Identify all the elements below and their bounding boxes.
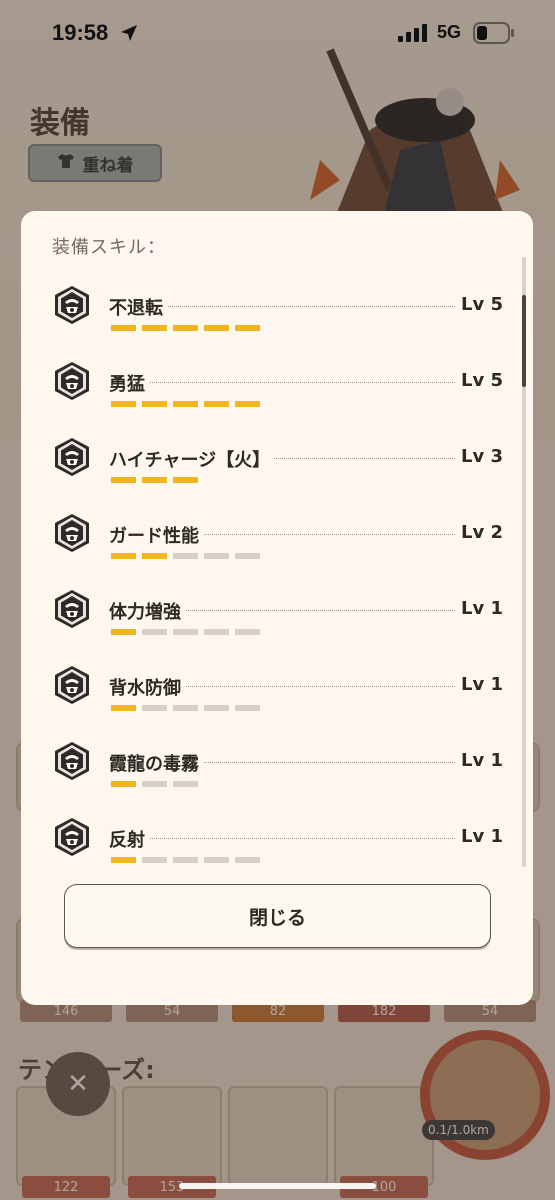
level-segment-filled	[204, 401, 229, 407]
skill-name: 反射	[109, 826, 149, 852]
location-arrow-icon	[121, 25, 137, 41]
skill-row: 背水防御 Lv 1	[21, 655, 533, 731]
level-segment-empty	[204, 705, 229, 711]
skill-level-bar	[111, 477, 198, 483]
skill-row: ハイチャージ【火】 Lv 3	[21, 427, 533, 503]
close-button[interactable]: 閉じる	[64, 884, 491, 948]
level-segment-empty	[173, 705, 198, 711]
level-segment-filled	[173, 325, 198, 331]
home-indicator	[179, 1183, 376, 1189]
skill-level-bar	[111, 629, 260, 635]
level-segment-filled	[204, 325, 229, 331]
level-segment-empty	[173, 857, 198, 863]
skill-level: Lv 2	[455, 522, 503, 543]
skill-emblem-icon	[55, 286, 89, 324]
level-segment-filled	[111, 705, 136, 711]
skill-row: 体力増強 Lv 1	[21, 579, 533, 655]
skill-emblem-icon	[55, 666, 89, 704]
level-segment-empty	[173, 781, 198, 787]
skill-level-bar	[111, 401, 260, 407]
level-segment-filled	[111, 325, 136, 331]
level-segment-filled	[142, 325, 167, 331]
skill-emblem-icon	[55, 818, 89, 856]
signal-bars-icon	[398, 24, 427, 42]
network-type: 5G	[437, 22, 462, 42]
skill-row: 不退転 Lv 5	[21, 275, 533, 351]
skill-name: 霞龍の毒霧	[109, 750, 203, 776]
skill-emblem-icon	[55, 742, 89, 780]
skill-level: Lv 5	[455, 370, 503, 391]
level-segment-filled	[111, 629, 136, 635]
level-segment-filled	[142, 477, 167, 483]
level-segment-filled	[111, 553, 136, 559]
skill-row: ガード性能 Lv 2	[21, 503, 533, 579]
skill-level-bar	[111, 781, 198, 787]
skill-level: Lv 1	[455, 750, 503, 771]
scrollbar-thumb[interactable]	[522, 295, 526, 387]
skill-emblem-icon	[55, 438, 89, 476]
skill-level: Lv 1	[455, 826, 503, 847]
level-segment-filled	[173, 477, 198, 483]
skill-emblem-icon	[55, 362, 89, 400]
level-segment-empty	[142, 705, 167, 711]
level-segment-empty	[235, 553, 260, 559]
level-segment-filled	[235, 401, 260, 407]
level-segment-filled	[111, 477, 136, 483]
skill-level-bar	[111, 705, 260, 711]
skill-emblem-icon	[55, 590, 89, 628]
skill-level: Lv 5	[455, 294, 503, 315]
dialog-title: 装備スキル：	[52, 237, 166, 258]
skill-leader-dots	[109, 838, 499, 839]
level-segment-empty	[142, 629, 167, 635]
skill-name: 体力増強	[109, 598, 185, 624]
skill-level-bar	[111, 325, 260, 331]
skill-emblem-icon	[55, 514, 89, 552]
skill-name: 勇猛	[109, 370, 149, 396]
scrollbar[interactable]	[522, 257, 526, 867]
skill-row: 勇猛 Lv 5	[21, 351, 533, 427]
level-segment-filled	[142, 553, 167, 559]
level-segment-filled	[235, 325, 260, 331]
skill-level: Lv 1	[455, 674, 503, 695]
level-segment-empty	[235, 857, 260, 863]
level-segment-filled	[111, 401, 136, 407]
status-bar: 19:58 5G	[0, 0, 555, 66]
level-segment-filled	[173, 401, 198, 407]
level-segment-filled	[111, 857, 136, 863]
skill-level-bar	[111, 553, 260, 559]
skill-level-bar	[111, 857, 260, 863]
skill-leader-dots	[109, 306, 499, 307]
battery-icon	[473, 22, 514, 44]
skill-row: 霞龍の毒霧 Lv 1	[21, 731, 533, 807]
clock: 19:58	[52, 20, 109, 45]
level-segment-empty	[173, 553, 198, 559]
level-segment-empty	[235, 629, 260, 635]
skill-level: Lv 1	[455, 598, 503, 619]
level-segment-empty	[142, 781, 167, 787]
skill-name: 不退転	[109, 294, 167, 320]
level-segment-empty	[142, 857, 167, 863]
level-segment-empty	[235, 705, 260, 711]
level-segment-empty	[204, 857, 229, 863]
level-segment-empty	[204, 629, 229, 635]
level-segment-filled	[111, 781, 136, 787]
skill-leader-dots	[109, 382, 499, 383]
level-segment-empty	[204, 553, 229, 559]
skill-level: Lv 3	[455, 446, 503, 467]
level-segment-empty	[173, 629, 198, 635]
skill-name: ガード性能	[109, 522, 203, 548]
skill-name: 背水防御	[109, 674, 185, 700]
level-segment-filled	[142, 401, 167, 407]
skill-list[interactable]: 不退転 Lv 5 勇猛 Lv 5 ハイチャージ【火】 Lv 3 ガード性能 Lv 2 体力増強 L…	[21, 271, 533, 866]
skill-name: ハイチャージ【火】	[109, 446, 275, 472]
skill-row: 反射 Lv 1	[21, 807, 533, 866]
equipped-skills-dialog: 装備スキル： 不退転 Lv 5 勇猛 Lv 5 ハイチャージ【火】 Lv 3 ガード性能 Lv…	[21, 211, 533, 1005]
